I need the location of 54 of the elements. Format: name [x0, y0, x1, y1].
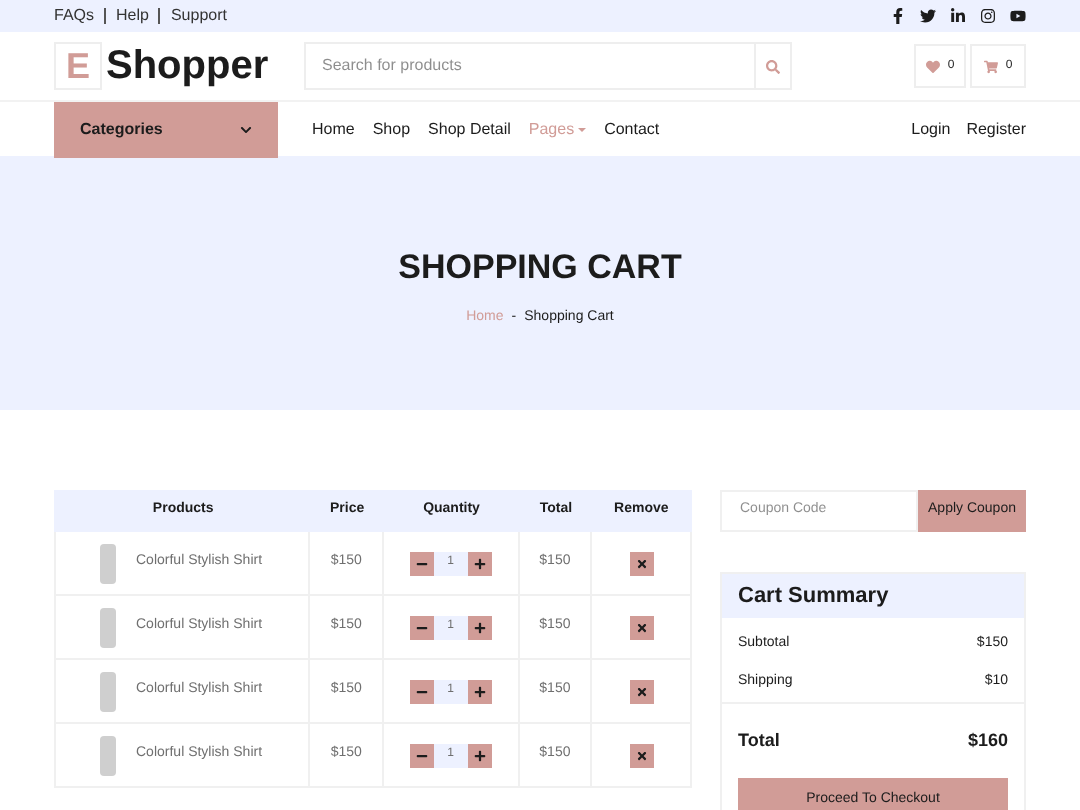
search-field[interactable]: Search for products	[304, 42, 756, 90]
increase-button[interactable]	[467, 679, 492, 703]
plus-icon	[473, 557, 486, 569]
increase-button[interactable]	[467, 615, 492, 639]
increase-button[interactable]	[467, 743, 492, 767]
close-icon	[635, 685, 648, 697]
nav-link[interactable]: Shop	[372, 117, 411, 141]
minus-icon	[415, 749, 428, 761]
account-link[interactable]: Login	[911, 117, 951, 141]
decrease-button[interactable]	[409, 679, 434, 703]
total-value: $160	[967, 728, 1008, 754]
plus-icon	[473, 749, 486, 761]
categories-button[interactable]: Categories	[54, 101, 278, 157]
logo-text: Shopper	[106, 42, 269, 92]
close-icon	[635, 557, 648, 569]
product-photo-placeholder	[100, 735, 116, 775]
decrease-button[interactable]	[409, 615, 434, 639]
cart-icon	[983, 59, 998, 73]
chevron-icon	[240, 123, 252, 135]
instagram-icon[interactable]	[980, 8, 996, 24]
remove-button[interactable]	[629, 615, 654, 639]
account-link[interactable]: Register	[966, 117, 1026, 141]
decrease-button[interactable]	[409, 743, 434, 767]
facebook-icon[interactable]	[890, 8, 906, 24]
topbar-link[interactable]: FAQs	[54, 4, 95, 28]
plus-icon	[473, 685, 486, 697]
remove-button[interactable]	[629, 551, 654, 575]
twitter-icon[interactable]	[920, 8, 936, 24]
product-photo-placeholder	[100, 543, 116, 583]
nav-link[interactable]: Home	[312, 117, 355, 141]
nav-link[interactable]: Shop Detail	[428, 117, 511, 141]
search-icon	[766, 59, 780, 73]
summary-title: Cart Summary	[738, 581, 889, 612]
heart-icon	[925, 59, 940, 73]
linkedin-icon[interactable]	[950, 8, 966, 24]
increase-button[interactable]	[467, 551, 492, 575]
minus-icon	[415, 621, 428, 633]
minus-icon	[415, 557, 428, 569]
minus-icon	[415, 685, 428, 697]
remove-button[interactable]	[629, 743, 654, 767]
product-photo-placeholder	[100, 671, 116, 711]
close-icon	[635, 621, 648, 633]
product-photo-placeholder	[100, 607, 116, 647]
page-title: SHOPPING CART	[398, 245, 682, 289]
close-icon	[635, 749, 648, 761]
youtube-icon[interactable]	[1010, 8, 1026, 24]
logo-letter: E	[54, 42, 102, 90]
topbar-link[interactable]: Help	[116, 4, 149, 28]
topbar-link[interactable]: Support	[170, 4, 227, 28]
nav-link[interactable]: Contact	[604, 117, 660, 141]
total-label: Total	[738, 728, 780, 754]
decrease-button[interactable]	[409, 551, 434, 575]
plus-icon	[473, 621, 486, 633]
remove-button[interactable]	[629, 679, 654, 703]
